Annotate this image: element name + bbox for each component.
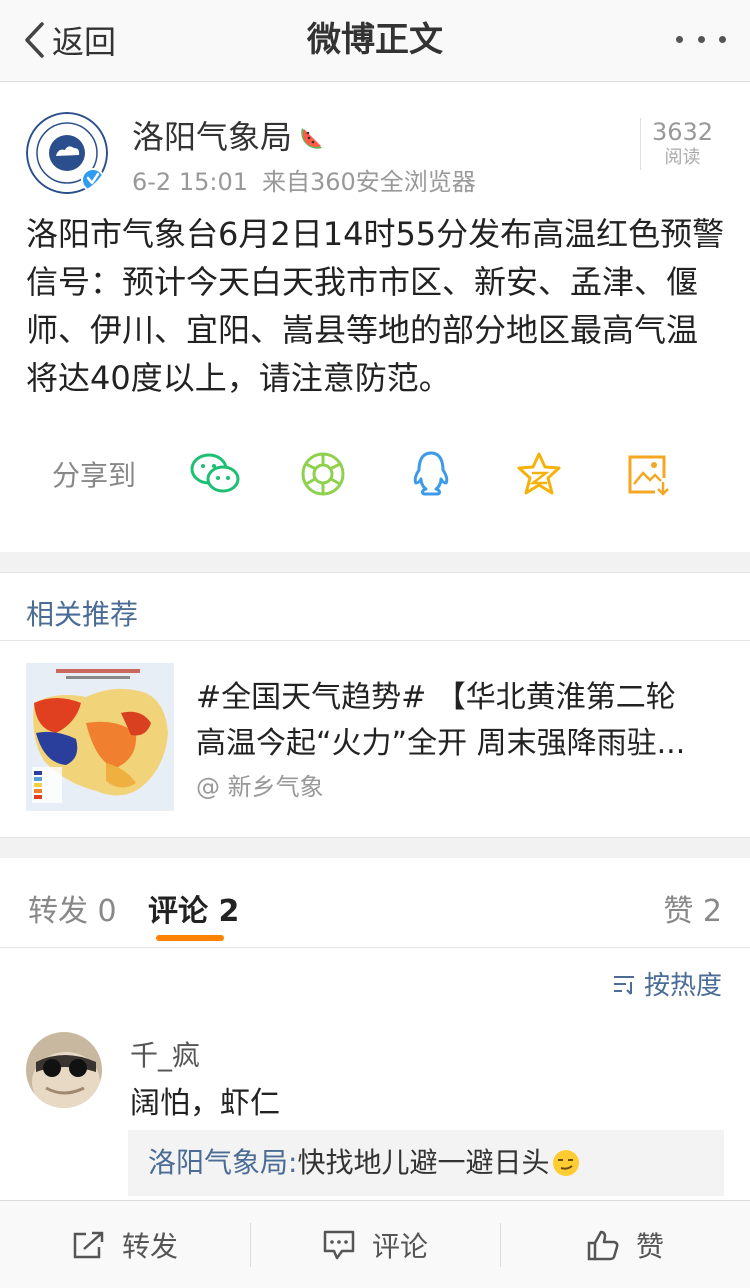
like-button[interactable]: 赞 (500, 1201, 750, 1288)
tab-comment[interactable]: 评论 2 (148, 886, 239, 930)
author-name-text: 洛阳气象局 (132, 118, 293, 156)
repost-button[interactable]: 转发 (0, 1201, 250, 1288)
page-title: 微博正文 (307, 20, 443, 60)
tab-like-label: 赞 (663, 894, 694, 929)
author-avatar[interactable] (26, 112, 108, 194)
active-tab-indicator (156, 935, 224, 941)
read-count: 3632 阅读 (640, 118, 724, 170)
comment-label: 评论 (371, 1229, 428, 1263)
related-title[interactable]: #全国天气趋势# 【华北黄淮第二轮 高温今起“火力”全开 周末强降雨驻... (196, 675, 720, 767)
sort-label: 按热度 (643, 971, 722, 1001)
post-meta: 6-2 15:01 来自360安全浏览器 (132, 162, 476, 197)
tab-comment-count: 2 (218, 894, 240, 929)
related-title-line1: #全国天气趋势# 【华北黄淮第二轮 (196, 680, 676, 715)
share-moments-button[interactable] (296, 447, 350, 501)
reply-text: 快找地儿避一避日头 (297, 1146, 550, 1179)
sort-button[interactable]: 按热度 (612, 965, 722, 1002)
smirk-emoji-icon (553, 1150, 580, 1176)
read-count-value: 3632 (651, 118, 714, 146)
comments-section: 转发 0 评论 2 赞 2 按热度 千_疯 阔怕，虾仁 洛阳气象局: 快找地儿避… (0, 858, 750, 1200)
divider (0, 640, 750, 641)
commenter-avatar[interactable] (26, 1032, 102, 1108)
tab-repost-count: 0 (97, 894, 117, 929)
commenter-name[interactable]: 千_疯 (130, 1034, 200, 1074)
sort-icon (613, 975, 634, 995)
post-card: 洛阳气象局 6-2 15:01 来自360安全浏览器 3632 阅读 洛阳市气象台… (0, 82, 750, 552)
moments-icon (301, 452, 345, 496)
like-label: 赞 (635, 1229, 664, 1263)
share-label: 分享到 (52, 459, 137, 492)
post-source: 来自360安全浏览器 (262, 168, 476, 196)
save-image-button[interactable] (620, 447, 674, 501)
comment-text: 阔怕，虾仁 (130, 1086, 280, 1121)
read-count-label: 阅读 (664, 147, 701, 168)
post-text: 洛阳市气象台6月2日14时55分发布高温红色预警信号：预计今天白天我市市区、新安… (26, 215, 725, 397)
tab-repost[interactable]: 转发 0 (28, 886, 117, 930)
bottom-action-bar: 转发 评论 赞 (0, 1200, 750, 1288)
image-download-icon (628, 455, 669, 496)
related-title-line2: 高温今起“火力”全开 周末强降雨驻... (196, 726, 686, 761)
tab-like-count: 2 (702, 894, 722, 929)
more-menu-button[interactable] (676, 28, 726, 50)
share-qzone-button[interactable] (512, 447, 566, 501)
post-time: 6-2 15:01 (132, 168, 248, 196)
reply-box[interactable]: 洛阳气象局: 快找地儿避一避日头 (128, 1130, 724, 1196)
nav-bar: 返回 微博正文 (0, 0, 750, 82)
wechat-icon (190, 453, 240, 493)
repost-label: 转发 (121, 1229, 178, 1263)
tab-like[interactable]: 赞 2 (663, 886, 722, 930)
tab-repost-label: 转发 (28, 894, 88, 929)
comment-icon (323, 1230, 355, 1259)
share-wechat-button[interactable] (188, 447, 242, 501)
author-name[interactable]: 洛阳气象局 (132, 112, 328, 158)
related-thumbnail[interactable] (26, 663, 174, 811)
watermelon-icon (301, 128, 323, 149)
comment-button[interactable]: 评论 (250, 1201, 500, 1288)
more-dot-icon (719, 35, 726, 43)
reply-author[interactable]: 洛阳气象局: (148, 1130, 297, 1196)
share-out-icon (73, 1231, 104, 1258)
share-row: 分享到 (0, 444, 750, 504)
related-heading: 相关推荐 (26, 598, 139, 631)
related-source: @ 新乡气象 (196, 773, 324, 801)
more-dot-icon (697, 35, 705, 43)
tab-comment-label: 评论 (148, 894, 208, 929)
qzone-star-icon (517, 452, 561, 495)
related-section: 相关推荐 #全国天气趋势# 【华北黄淮第二轮 高温今起“火力”全开 周末强降雨驻… (0, 572, 750, 838)
interaction-tabs: 转发 0 评论 2 赞 2 (0, 858, 750, 948)
more-dot-icon (676, 35, 683, 43)
qq-icon (413, 451, 449, 496)
thumbs-up-icon (587, 1230, 619, 1260)
share-qq-button[interactable] (404, 447, 458, 501)
